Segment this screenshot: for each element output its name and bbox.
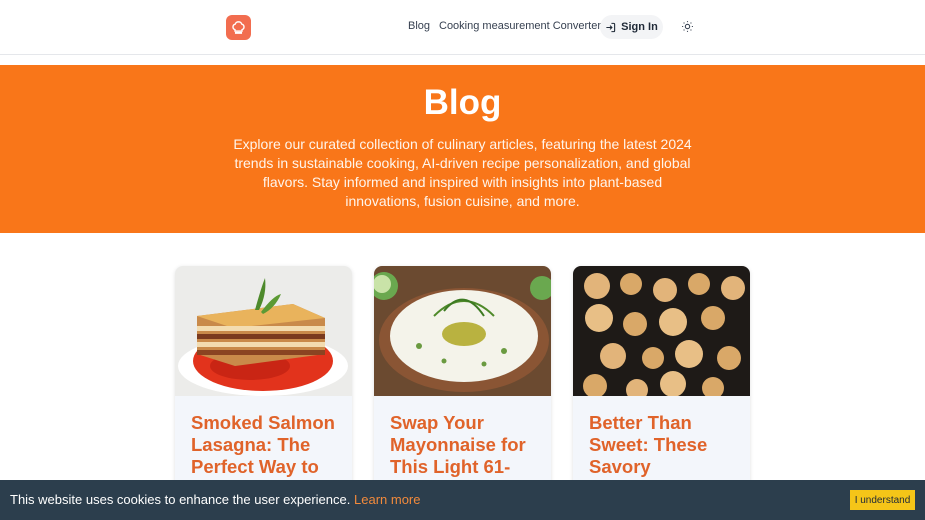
savory-cookies-photo	[573, 266, 750, 396]
logo[interactable]	[226, 15, 251, 40]
sun-icon	[682, 21, 693, 32]
hero-banner: Blog Explore our curated collection of c…	[0, 65, 925, 233]
nav-link-blog[interactable]: Blog	[408, 20, 430, 32]
hero-description: Explore our curated collection of culina…	[233, 136, 692, 209]
theme-toggle[interactable]	[681, 20, 694, 33]
learn-more-link[interactable]: Learn more	[354, 492, 420, 507]
page-title: Blog	[423, 83, 502, 122]
cookie-banner: This website uses cookies to enhance the…	[0, 480, 925, 520]
nav-link-converter[interactable]: Cooking measurement Converter	[439, 20, 601, 32]
chef-hat-icon	[232, 21, 245, 34]
lasagna-photo	[175, 266, 352, 396]
top-navbar: Blog Cooking measurement Converter Sign …	[0, 0, 925, 55]
card-title[interactable]: Smoked Salmon Lasagna: The Perfect Way t…	[191, 412, 341, 478]
card-title[interactable]: Swap Your Mayonnaise for This Light 61-	[390, 412, 540, 478]
cookie-message: This website uses cookies to enhance the…	[10, 492, 351, 507]
accept-cookies-button[interactable]: I understand	[850, 490, 915, 510]
login-icon	[606, 22, 616, 32]
sign-in-label: Sign In	[621, 21, 658, 33]
cookie-message-row: This website uses cookies to enhance the…	[10, 492, 420, 507]
tzatziki-bowl-photo	[374, 266, 551, 396]
sign-in-button[interactable]: Sign In	[600, 15, 663, 39]
